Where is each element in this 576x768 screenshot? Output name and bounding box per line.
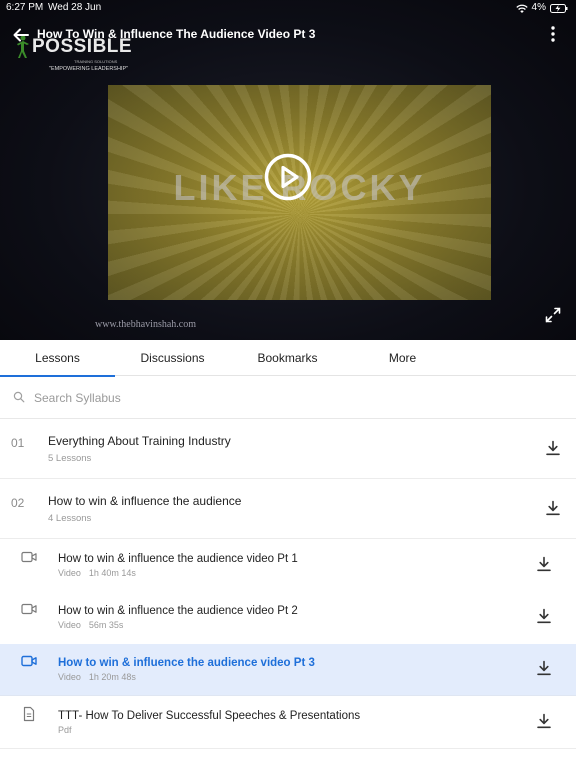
fullscreen-icon[interactable] xyxy=(545,307,561,323)
download-icon[interactable] xyxy=(545,500,561,516)
section-title: Everything About Training Industry xyxy=(48,434,231,448)
status-bar: 6:27 PM Wed 28 Jun 4% xyxy=(0,0,576,16)
status-time: 6:27 PM xyxy=(6,2,44,13)
lesson-type: Pdf xyxy=(58,725,72,735)
video-icon xyxy=(21,655,37,667)
status-date: Wed 28 Jun xyxy=(48,2,102,13)
lesson-type: Video xyxy=(58,672,81,682)
battery-percent: 4% xyxy=(531,2,546,13)
download-icon[interactable] xyxy=(536,556,552,572)
video-icon xyxy=(21,551,37,563)
section-title: How to win & influence the audience xyxy=(48,494,242,508)
download-icon[interactable] xyxy=(545,440,561,456)
wifi-icon xyxy=(515,4,528,13)
tab-discussions[interactable]: Discussions xyxy=(115,340,230,376)
tab-bookmarks[interactable]: Bookmarks xyxy=(230,340,345,376)
logo-subtitle: TRAINING SOLUTIONS xyxy=(74,59,118,64)
lesson-row[interactable]: TTT- How To Deliver Successful Speeches … xyxy=(0,697,576,749)
search-input[interactable] xyxy=(34,387,554,409)
lesson-title: How to win & influence the audience vide… xyxy=(58,657,315,669)
video-icon xyxy=(21,603,37,615)
lesson-meta: Video 1h 20m 48s xyxy=(58,672,136,682)
lesson-meta: Video 56m 35s xyxy=(58,620,123,630)
lesson-type: Video xyxy=(58,568,81,578)
lesson-row[interactable]: How to win & influence the audience vide… xyxy=(0,540,576,592)
section-lesson-count: 5 Lessons xyxy=(48,453,92,464)
lesson-title: How to win & influence the audience vide… xyxy=(58,605,298,617)
download-icon[interactable] xyxy=(536,660,552,676)
document-icon xyxy=(23,706,35,722)
section-row[interactable]: 02 How to win & influence the audience 4… xyxy=(0,480,576,539)
section-row[interactable]: 01 Everything About Training Industry 5 … xyxy=(0,420,576,479)
lesson-type: Video xyxy=(58,620,81,630)
search-bar xyxy=(0,377,576,419)
lesson-title: TTT- How To Deliver Successful Speeches … xyxy=(58,710,361,722)
lesson-duration: 1h 20m 48s xyxy=(88,672,136,682)
tab-more[interactable]: More xyxy=(345,340,460,376)
download-icon[interactable] xyxy=(536,713,552,729)
tab-bar: Lessons Discussions Bookmarks More xyxy=(0,340,576,377)
lesson-duration: 1h 40m 14s xyxy=(88,568,136,578)
lesson-duration: 56m 35s xyxy=(88,620,124,630)
lesson-title: How to win & influence the audience vide… xyxy=(58,553,298,565)
section-number: 01 xyxy=(11,436,25,450)
video-title: How To Win & Influence The Audience Vide… xyxy=(37,27,316,41)
lesson-meta: Pdf xyxy=(58,725,72,735)
video-watermark: www.thebhavinshah.com xyxy=(95,319,196,330)
section-number: 02 xyxy=(11,496,25,510)
tab-lessons[interactable]: Lessons xyxy=(0,340,115,377)
section-lesson-count: 4 Lessons xyxy=(48,513,92,524)
play-button[interactable] xyxy=(264,153,312,201)
battery-charging-icon xyxy=(550,3,568,13)
lesson-row-active[interactable]: How to win & influence the audience vide… xyxy=(0,644,576,696)
lesson-row[interactable]: How to win & influence the audience vide… xyxy=(0,592,576,644)
more-options-icon[interactable] xyxy=(546,24,560,44)
download-icon[interactable] xyxy=(536,608,552,624)
back-arrow-icon[interactable] xyxy=(12,26,30,44)
logo-tagline: "EMPOWERING LEADERSHIP" xyxy=(49,66,129,72)
lesson-meta: Video 1h 40m 14s xyxy=(58,568,136,578)
search-icon xyxy=(13,391,25,403)
video-player[interactable]: 6:27 PM Wed 28 Jun 4% POSSIBLE TRAINING … xyxy=(0,0,576,340)
